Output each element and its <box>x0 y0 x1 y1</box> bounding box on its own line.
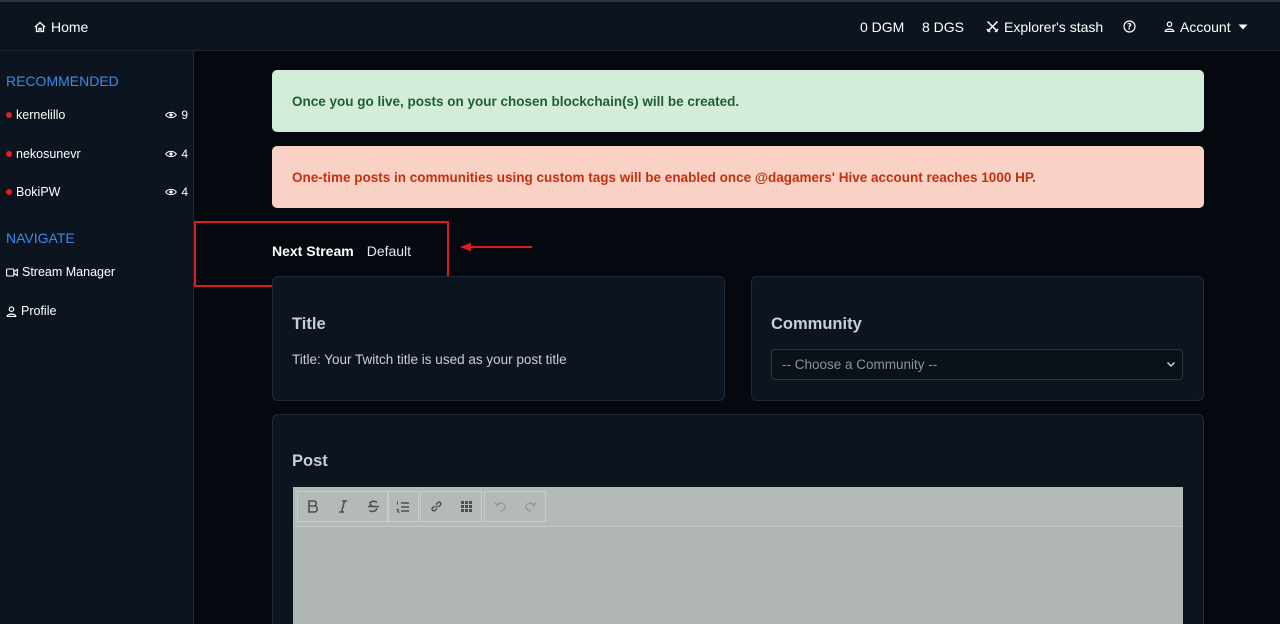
community-select[interactable]: -- Choose a Community -- <box>771 349 1183 380</box>
crossed-swords-icon <box>986 20 999 33</box>
italic-icon <box>339 500 347 513</box>
sidebar: RECOMMENDED kernelillo 9 nekosunevr 4 Bo… <box>0 51 194 624</box>
svg-text:?: ? <box>1127 23 1132 33</box>
person-icon <box>6 305 17 317</box>
title-description: Title: Your Twitch title is used as your… <box>292 352 567 367</box>
alert-text: One-time posts in communities using cust… <box>292 169 1036 185</box>
community-tags-alert: One-time posts in communities using cust… <box>272 146 1204 208</box>
dgm-balance[interactable]: 0 DGM <box>860 2 904 51</box>
link-icon <box>430 501 442 512</box>
dgs-balance-label: 8 DGS <box>922 18 965 35</box>
editor-toolbar <box>293 487 1183 527</box>
sidebar-item-label: Profile <box>21 304 57 318</box>
live-indicator <box>6 189 12 195</box>
next-stream-value: Default <box>366 243 412 259</box>
account-dropdown[interactable]: Account <box>1164 2 1248 51</box>
table-icon <box>460 501 472 512</box>
card-heading: Post <box>292 452 328 470</box>
channel-name: kernelillo <box>16 108 66 122</box>
explorers-stash-link[interactable]: Explorer's stash <box>986 2 1103 51</box>
video-camera-icon <box>6 267 18 277</box>
chevron-down-icon <box>1166 361 1176 368</box>
insert-group <box>420 491 482 522</box>
undo-button[interactable] <box>485 492 515 521</box>
question-circle-icon: ? <box>1123 20 1136 33</box>
bold-icon <box>308 500 318 513</box>
navigate-heading: NAVIGATE <box>6 230 75 246</box>
live-indicator <box>6 112 12 118</box>
italic-button[interactable] <box>328 492 358 521</box>
community-select-value: -- Choose a Community -- <box>782 357 938 372</box>
ordered-list-button[interactable] <box>388 492 418 521</box>
strikethrough-icon <box>367 500 379 513</box>
title-card: Title Title: Your Twitch title is used a… <box>272 276 725 401</box>
viewer-number: 4 <box>181 185 188 199</box>
channel-item[interactable]: BokiPW 4 <box>6 182 188 202</box>
community-card: Community -- Choose a Community -- <box>751 276 1204 401</box>
home-label: Home <box>51 18 89 35</box>
stash-label: Explorer's stash <box>1004 18 1104 35</box>
format-group <box>297 491 389 522</box>
account-label: Account <box>1180 18 1231 35</box>
channel-name: BokiPW <box>16 185 61 199</box>
history-group <box>484 491 546 522</box>
sidebar-item-label: Stream Manager <box>22 265 116 279</box>
dgm-balance-label: 0 DGM <box>860 18 905 35</box>
eye-icon <box>165 188 178 196</box>
home-link[interactable]: Home <box>34 2 88 51</box>
bold-button[interactable] <box>298 492 328 521</box>
eye-icon <box>165 150 178 158</box>
sidebar-item-profile[interactable]: Profile <box>6 301 188 321</box>
sidebar-item-stream-manager[interactable]: Stream Manager <box>6 262 188 282</box>
strikethrough-button[interactable] <box>358 492 388 521</box>
table-button[interactable] <box>451 492 481 521</box>
annotation-arrow-icon <box>460 242 532 252</box>
home-icon <box>34 21 46 32</box>
recommended-heading: RECOMMENDED <box>6 73 119 89</box>
channel-item[interactable]: nekosunevr 4 <box>6 144 188 164</box>
viewer-count: 9 <box>165 108 188 122</box>
channel-name: nekosunevr <box>16 147 81 161</box>
help-button[interactable]: ? <box>1123 2 1141 51</box>
next-stream-selector[interactable]: Next Stream Default <box>272 243 411 259</box>
ordered-list-icon <box>396 501 409 512</box>
viewer-number: 9 <box>181 108 188 122</box>
post-card: Post <box>272 414 1204 624</box>
post-editor[interactable] <box>293 487 1183 624</box>
viewer-count: 4 <box>165 147 188 161</box>
link-button[interactable] <box>421 492 451 521</box>
eye-icon <box>165 111 178 119</box>
next-stream-label: Next Stream <box>272 243 354 259</box>
channel-item[interactable]: kernelillo 9 <box>6 105 188 125</box>
card-heading: Title <box>292 315 326 333</box>
live-indicator <box>6 151 12 157</box>
alert-text: Once you go live, posts on your chosen b… <box>292 93 740 109</box>
list-group <box>387 491 419 522</box>
caret-down-icon <box>1238 24 1248 29</box>
live-posts-alert: Once you go live, posts on your chosen b… <box>272 70 1204 132</box>
person-icon <box>1164 21 1175 32</box>
dgs-balance[interactable]: 8 DGS <box>922 2 964 51</box>
redo-button[interactable] <box>515 492 545 521</box>
top-navbar: Home 0 DGM 8 DGS Explorer's stash ? Acco… <box>0 0 1280 51</box>
redo-icon <box>524 502 537 512</box>
viewer-count: 4 <box>165 185 188 199</box>
viewer-number: 4 <box>181 147 188 161</box>
undo-icon <box>493 502 506 512</box>
card-heading: Community <box>771 315 862 333</box>
